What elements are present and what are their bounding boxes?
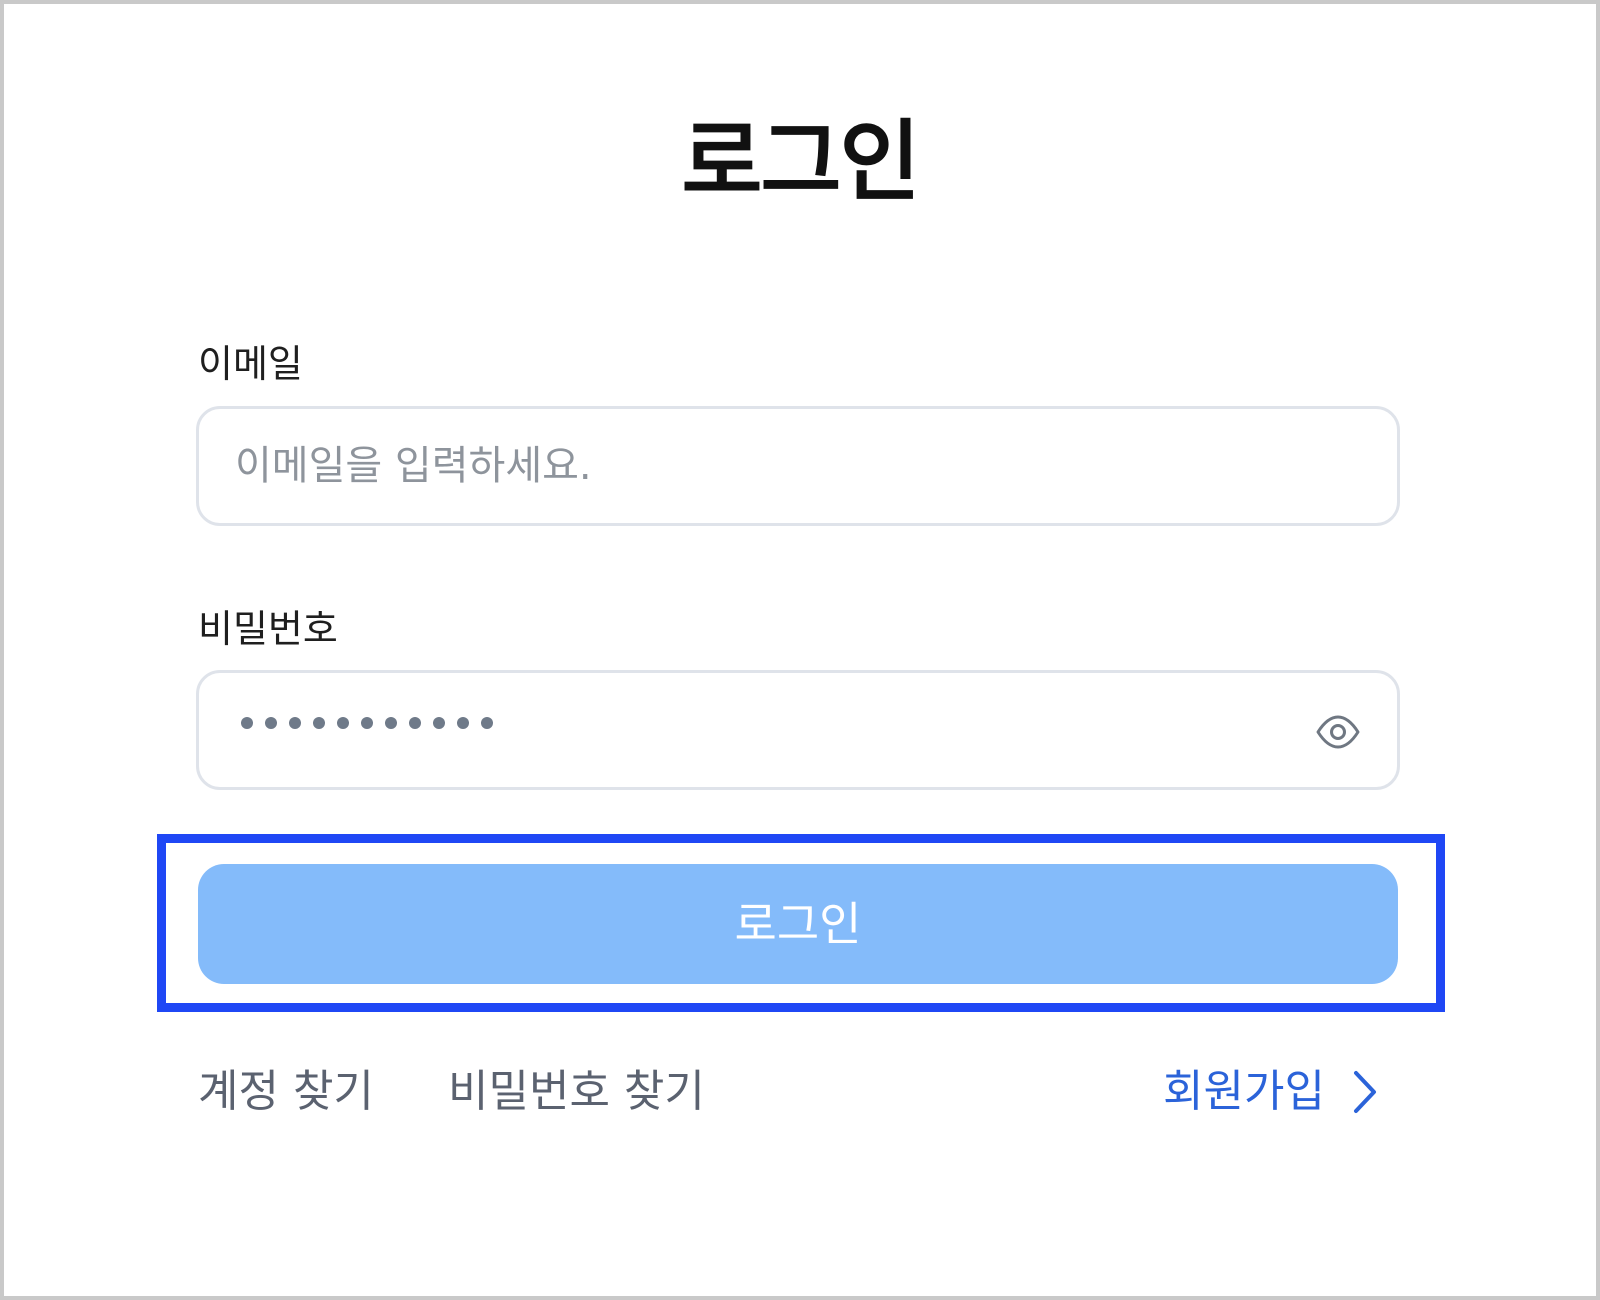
email-input-box[interactable] (196, 406, 1400, 526)
email-label: 이메일 (198, 342, 303, 386)
signup-link[interactable]: 회원가입 (1163, 1066, 1379, 1118)
password-mask-dot (457, 717, 469, 729)
password-mask-dot (265, 717, 277, 729)
find-password-link[interactable]: 비밀번호 찾기 (448, 1066, 705, 1118)
password-mask-dot (433, 717, 445, 729)
password-mask-dot (241, 717, 253, 729)
password-mask-dot (481, 717, 493, 729)
login-button[interactable]: 로그인 (198, 864, 1398, 984)
password-mask-dot (361, 717, 373, 729)
chevron-right-icon (1353, 1071, 1376, 1113)
page-title: 로그인 (681, 110, 921, 213)
password-mask-dot (313, 717, 325, 729)
password-mask-dot (409, 717, 421, 729)
email-input[interactable] (235, 429, 1315, 503)
password-input-box[interactable] (196, 670, 1400, 790)
find-account-link[interactable]: 계정 찾기 (198, 1066, 374, 1118)
password-mask-dot (337, 717, 349, 729)
signup-link-label: 회원가입 (1163, 1066, 1325, 1117)
password-input[interactable] (241, 717, 493, 729)
password-label: 비밀번호 (198, 607, 338, 651)
eye-icon[interactable] (1315, 709, 1361, 755)
password-mask-dot (289, 717, 301, 729)
password-mask-dot (385, 717, 397, 729)
